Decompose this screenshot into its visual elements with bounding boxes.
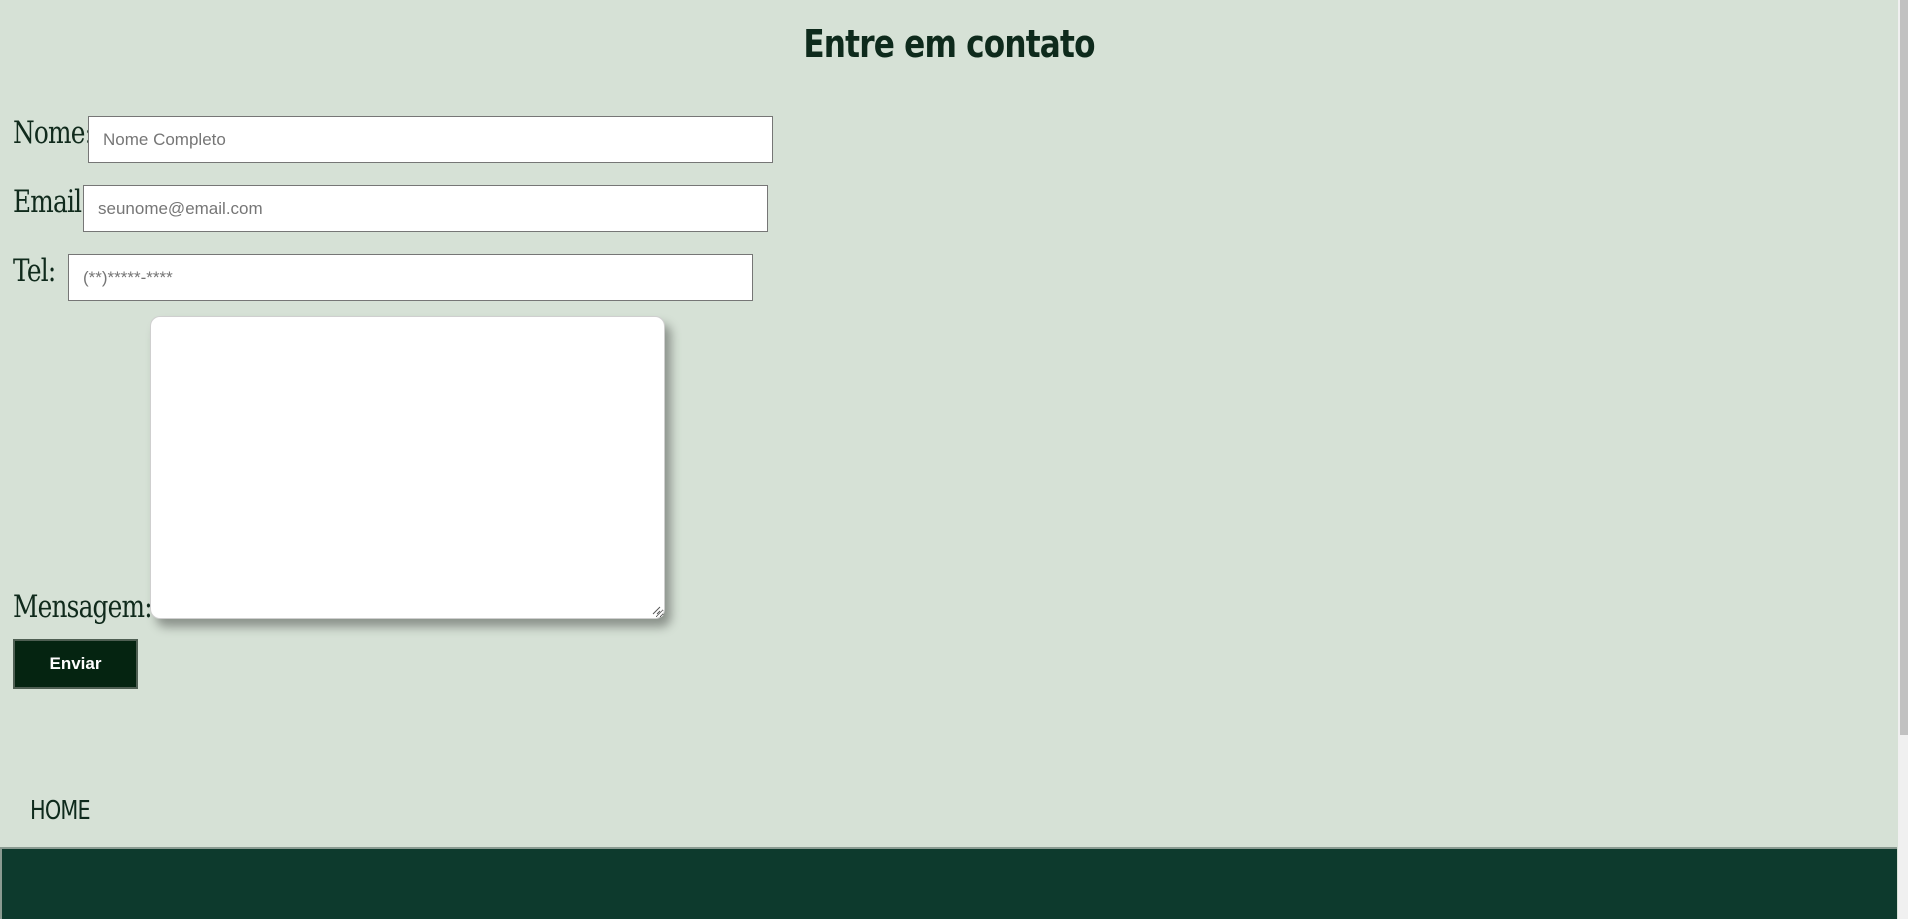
message-label: Mensagem: [13, 589, 153, 625]
send-button[interactable]: Enviar [13, 639, 138, 689]
home-link[interactable]: HOME [30, 796, 91, 826]
name-input[interactable] [88, 116, 773, 163]
vertical-scrollbar[interactable] [1898, 0, 1908, 919]
scrollbar-thumb[interactable] [1900, 0, 1908, 735]
message-textarea[interactable] [150, 316, 665, 619]
footer [0, 847, 1897, 919]
email-input[interactable] [83, 185, 768, 232]
tel-input[interactable] [68, 254, 753, 301]
page-title: Entre em contato [803, 22, 1095, 66]
email-label: Email: [13, 184, 90, 220]
name-label: Nome: [13, 115, 93, 151]
tel-label: Tel: [13, 253, 56, 289]
contact-page: Entre em contato Nome: Email: Tel: Mensa… [0, 0, 1908, 919]
